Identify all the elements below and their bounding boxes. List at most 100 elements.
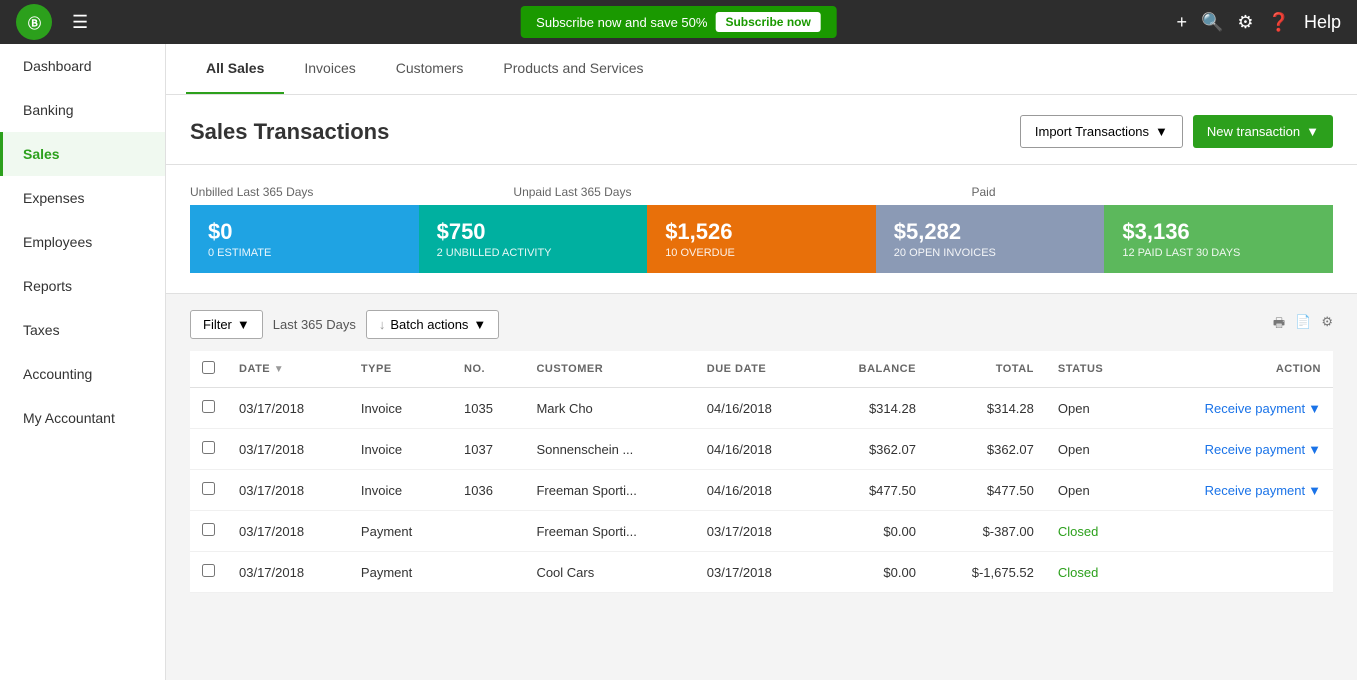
receive-payment-link[interactable]: Receive payment ▼ [1153, 442, 1321, 457]
main-layout: Dashboard Banking Sales Expenses Employe… [0, 44, 1357, 680]
sidebar-item-expenses[interactable]: Expenses [0, 176, 165, 220]
row-checkbox-cell-0 [190, 388, 227, 429]
stat-overdue[interactable]: $1,526 10 OVERDUE [647, 205, 876, 273]
filter-button[interactable]: Filter ▼ [190, 310, 263, 339]
row-date-1: 03/17/2018 [227, 429, 349, 470]
col-no[interactable]: NO. [452, 351, 524, 388]
sort-down-icon: ↓ [379, 317, 386, 332]
tab-invoices[interactable]: Invoices [284, 44, 375, 94]
sidebar-item-accounting[interactable]: Accounting [0, 352, 165, 396]
row-status-4: Closed [1046, 552, 1141, 593]
sidebar-item-dashboard[interactable]: Dashboard [0, 44, 165, 88]
nav-icons: + 🔍 ⚙ ❓ Help [1176, 12, 1341, 33]
transactions-table: DATE ▼ TYPE NO. CUSTOMER DUE DATE BALANC… [190, 351, 1333, 593]
sidebar-item-reports[interactable]: Reports [0, 264, 165, 308]
col-total[interactable]: TOTAL [928, 351, 1046, 388]
open-invoices-amount: $5,282 [894, 219, 1087, 245]
col-status[interactable]: STATUS [1046, 351, 1141, 388]
row-no-2: 1036 [452, 470, 524, 511]
row-checkbox-2[interactable] [202, 482, 215, 495]
col-type[interactable]: TYPE [349, 351, 452, 388]
row-checkbox-1[interactable] [202, 441, 215, 454]
row-due-date-1: 04/16/2018 [695, 429, 817, 470]
logo-area: Ⓑ ☰ [16, 4, 88, 40]
row-balance-4: $0.00 [817, 552, 928, 593]
stat-estimate[interactable]: $0 0 ESTIMATE [190, 205, 419, 273]
tab-customers[interactable]: Customers [376, 44, 484, 94]
row-due-date-4: 03/17/2018 [695, 552, 817, 593]
batch-actions-button[interactable]: ↓ Batch actions ▼ [366, 310, 499, 339]
page-header: Sales Transactions Import Transactions ▼… [166, 95, 1357, 165]
estimate-sub: 0 ESTIMATE [208, 247, 401, 259]
receive-payment-link[interactable]: Receive payment ▼ [1153, 401, 1321, 416]
sidebar-item-banking[interactable]: Banking [0, 88, 165, 132]
help-label[interactable]: Help [1304, 12, 1341, 33]
filter-chevron-icon: ▼ [237, 317, 250, 332]
select-all-checkbox[interactable] [202, 361, 215, 374]
stat-paid[interactable]: $3,136 12 PAID LAST 30 DAYS [1104, 205, 1333, 273]
receive-payment-link[interactable]: Receive payment ▼ [1153, 483, 1321, 498]
stat-unbilled[interactable]: $750 2 UNBILLED ACTIVITY [419, 205, 648, 273]
gear-icon[interactable]: ⚙ [1237, 12, 1253, 33]
row-checkbox-4[interactable] [202, 564, 215, 577]
row-action-4 [1141, 552, 1333, 593]
row-total-2: $477.50 [928, 470, 1046, 511]
row-customer-4: Cool Cars [524, 552, 694, 593]
print-icon[interactable]: 🖶 [1273, 314, 1285, 336]
action-chevron-icon: ▼ [1308, 442, 1321, 457]
sidebar-item-employees[interactable]: Employees [0, 220, 165, 264]
new-transaction-label: New transaction [1207, 124, 1300, 139]
table-row: 03/17/2018 Invoice 1036 Freeman Sporti..… [190, 470, 1333, 511]
row-action-0: Receive payment ▼ [1141, 388, 1333, 429]
sidebar-item-taxes[interactable]: Taxes [0, 308, 165, 352]
table-row: 03/17/2018 Invoice 1035 Mark Cho 04/16/2… [190, 388, 1333, 429]
row-balance-3: $0.00 [817, 511, 928, 552]
row-customer-0: Mark Cho [524, 388, 694, 429]
row-date-4: 03/17/2018 [227, 552, 349, 593]
sidebar-item-sales[interactable]: Sales [0, 132, 165, 176]
tab-products-services[interactable]: Products and Services [483, 44, 663, 94]
row-checkbox-3[interactable] [202, 523, 215, 536]
row-balance-1: $362.07 [817, 429, 928, 470]
top-navigation: Ⓑ ☰ Subscribe now and save 50% Subscribe… [0, 0, 1357, 44]
row-total-1: $362.07 [928, 429, 1046, 470]
row-checkbox-cell-2 [190, 470, 227, 511]
import-label: Import Transactions [1035, 124, 1149, 139]
open-invoices-sub: 20 OPEN INVOICES [894, 247, 1087, 259]
plus-icon[interactable]: + [1176, 12, 1187, 33]
settings-icon[interactable]: ⚙ [1321, 314, 1333, 336]
stat-open-invoices[interactable]: $5,282 20 OPEN INVOICES [876, 205, 1105, 273]
new-transaction-button[interactable]: New transaction ▼ [1193, 115, 1333, 148]
tab-all-sales[interactable]: All Sales [186, 44, 284, 94]
row-checkbox-cell-3 [190, 511, 227, 552]
hamburger-icon[interactable]: ☰ [72, 12, 88, 33]
table-area: Filter ▼ Last 365 Days ↓ Batch actions ▼… [166, 294, 1357, 609]
col-customer[interactable]: CUSTOMER [524, 351, 694, 388]
col-date[interactable]: DATE ▼ [227, 351, 349, 388]
table-row: 03/17/2018 Payment Cool Cars 03/17/2018 … [190, 552, 1333, 593]
main-content: All Sales Invoices Customers Products an… [166, 44, 1357, 680]
row-status-0: Open [1046, 388, 1141, 429]
col-balance[interactable]: BALANCE [817, 351, 928, 388]
export-icon[interactable]: 📄 [1295, 314, 1311, 336]
row-due-date-2: 04/16/2018 [695, 470, 817, 511]
date-sort-icon: ▼ [274, 364, 284, 375]
row-checkbox-cell-4 [190, 552, 227, 593]
action-chevron-icon: ▼ [1308, 483, 1321, 498]
row-status-2: Open [1046, 470, 1141, 511]
row-checkbox-0[interactable] [202, 400, 215, 413]
subscribe-button[interactable]: Subscribe now [715, 12, 820, 32]
search-icon[interactable]: 🔍 [1201, 12, 1223, 33]
overdue-sub: 10 OVERDUE [665, 247, 858, 259]
row-checkbox-cell-1 [190, 429, 227, 470]
import-transactions-button[interactable]: Import Transactions ▼ [1020, 115, 1183, 148]
batch-label: Batch actions [390, 317, 468, 332]
select-all-header [190, 351, 227, 388]
col-action: ACTION [1141, 351, 1333, 388]
col-due-date[interactable]: DUE DATE [695, 351, 817, 388]
sidebar-item-my-accountant[interactable]: My Accountant [0, 396, 165, 440]
help-icon[interactable]: ❓ [1268, 12, 1290, 33]
row-balance-2: $477.50 [817, 470, 928, 511]
row-no-0: 1035 [452, 388, 524, 429]
row-customer-1: Sonnenschein ... [524, 429, 694, 470]
